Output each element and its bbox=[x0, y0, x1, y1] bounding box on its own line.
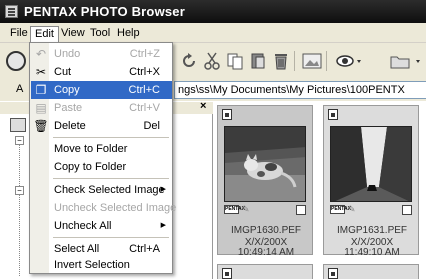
copy-button[interactable] bbox=[224, 49, 246, 73]
thumbnail-item[interactable]: PENTAX ✎ IMGP1631.PEF X/X/200X 11:49:10 … bbox=[323, 105, 419, 258]
folder-button[interactable] bbox=[388, 49, 424, 73]
thumbnail-item[interactable] bbox=[323, 264, 419, 279]
toolbar-separator bbox=[326, 51, 327, 71]
computer-icon bbox=[10, 118, 26, 132]
protect-icon bbox=[328, 268, 338, 279]
image-button[interactable] bbox=[301, 49, 323, 73]
copy-icon bbox=[227, 53, 243, 70]
menu-help[interactable]: Help bbox=[113, 26, 144, 42]
alley-photo-image bbox=[331, 127, 411, 201]
edit-menu-dropdown: ↶ Undo Ctrl+Z ✂ Cut Ctrl+X ❐ Copy Ctrl+C… bbox=[29, 42, 176, 274]
pin-icon: ✎ bbox=[242, 204, 250, 214]
tree-connector bbox=[19, 136, 20, 276]
tree-expander[interactable]: − bbox=[15, 186, 24, 195]
app-icon bbox=[5, 5, 18, 18]
scissors-icon bbox=[204, 52, 220, 70]
menu-separator bbox=[53, 237, 169, 238]
thumbnail-filename: IMGP1631.PEF bbox=[336, 225, 408, 236]
tree-expander[interactable]: − bbox=[15, 136, 24, 145]
menu-item-cut[interactable]: ✂ Cut Ctrl+X bbox=[31, 63, 172, 81]
photo-cat bbox=[224, 126, 306, 202]
cat-photo-image bbox=[225, 127, 305, 201]
format-badge: PENTAX bbox=[330, 205, 351, 214]
menu-item-paste[interactable]: ▤ Paste Ctrl+V bbox=[31, 99, 172, 117]
copy-icon: ❐ bbox=[35, 83, 47, 97]
thumbnail-time: 11:49:10 AM bbox=[344, 247, 400, 258]
menu-item-uncheck-selected[interactable]: Uncheck Selected Image bbox=[31, 199, 176, 217]
protect-icon bbox=[222, 268, 232, 279]
protect-icon bbox=[222, 109, 232, 120]
paste-button[interactable] bbox=[247, 49, 269, 73]
picture-icon bbox=[302, 53, 322, 69]
eye-icon bbox=[336, 55, 361, 67]
menu-item-delete[interactable]: 🗑 Delete Del bbox=[31, 117, 172, 135]
rotate-icon bbox=[183, 53, 195, 67]
select-checkbox[interactable] bbox=[296, 205, 306, 215]
folder-icon bbox=[390, 56, 420, 69]
menu-edit[interactable]: Edit bbox=[30, 26, 59, 42]
undo-icon: ↶ bbox=[35, 47, 47, 61]
close-icon[interactable]: × bbox=[200, 100, 206, 112]
menu-item-copy-to-folder[interactable]: Copy to Folder bbox=[31, 158, 172, 176]
thumbnail-pane: PENTAX ✎ IMGP1630.PEF X/X/200X 10:49:14 … bbox=[214, 102, 426, 279]
thumbnail-time: 10:49:14 AM bbox=[237, 247, 295, 258]
menu-item-move-to-folder[interactable]: Move to Folder bbox=[31, 140, 172, 158]
format-badge: PENTAX bbox=[224, 205, 245, 214]
menu-item-check-selected[interactable]: Check Selected Image ▶ bbox=[31, 181, 172, 199]
scissors-icon: ✂ bbox=[35, 65, 47, 79]
thumbnail-item[interactable] bbox=[217, 264, 313, 279]
menu-item-uncheck-all[interactable]: Uncheck All ▶ bbox=[31, 217, 172, 235]
paste-icon: ▤ bbox=[35, 101, 47, 115]
menu-view[interactable]: View bbox=[57, 26, 89, 42]
title-bar: PENTAX PHOTO Browser bbox=[0, 0, 426, 23]
menu-separator bbox=[53, 178, 169, 179]
menu-item-invert-selection[interactable]: Invert Selection bbox=[31, 256, 172, 274]
address-label: A bbox=[16, 83, 24, 95]
thumbnail-filename: IMGP1630.PEF bbox=[230, 225, 302, 236]
address-field[interactable]: ngs\ss\My Documents\My Pictures\100PENTX bbox=[174, 81, 426, 99]
delete-button[interactable] bbox=[270, 49, 292, 73]
menu-bar: File Edit View Tool Help bbox=[0, 23, 426, 43]
menu-file[interactable]: File bbox=[6, 26, 32, 42]
photo-alley bbox=[330, 126, 412, 202]
view-button[interactable] bbox=[334, 49, 364, 73]
submenu-arrow-icon: ▶ bbox=[160, 186, 166, 193]
toolbar-separator bbox=[294, 51, 295, 71]
back-icon bbox=[6, 51, 26, 71]
paste-icon bbox=[251, 53, 265, 69]
window-title: PENTAX PHOTO Browser bbox=[24, 4, 185, 19]
menu-separator bbox=[53, 137, 169, 138]
trash-icon bbox=[275, 54, 287, 70]
thumbnail-item[interactable]: PENTAX ✎ IMGP1630.PEF X/X/200X 10:49:14 … bbox=[217, 105, 313, 258]
back-button[interactable] bbox=[3, 49, 29, 73]
submenu-arrow-icon: ▶ bbox=[160, 222, 166, 229]
pin-icon: ✎ bbox=[348, 204, 356, 214]
rotate-button[interactable] bbox=[178, 49, 200, 73]
menu-tool[interactable]: Tool bbox=[86, 26, 114, 42]
protect-icon bbox=[328, 109, 338, 120]
cut-button[interactable] bbox=[201, 49, 223, 73]
trash-icon: 🗑 bbox=[33, 119, 49, 133]
select-checkbox[interactable] bbox=[402, 205, 412, 215]
menu-item-copy[interactable]: ❐ Copy Ctrl+C bbox=[31, 81, 172, 99]
menu-item-undo[interactable]: ↶ Undo Ctrl+Z bbox=[31, 45, 172, 63]
